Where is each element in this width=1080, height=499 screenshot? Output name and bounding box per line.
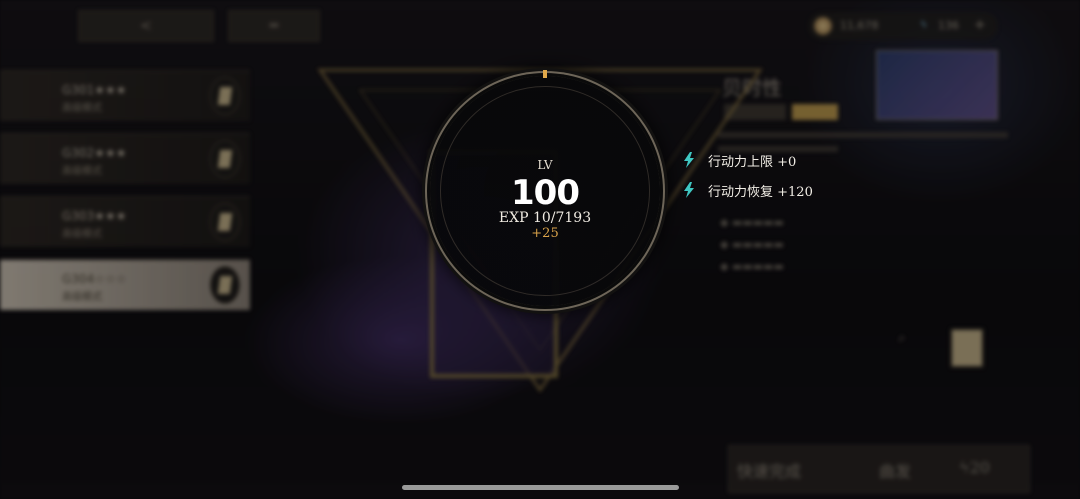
stat-row: 行动力恢复 +120 (682, 180, 813, 200)
energy-bolt-icon (684, 152, 694, 168)
level-value: 100 (511, 173, 580, 213)
level-ring: LV 100 EXP 10/7193 +25 (430, 70, 660, 306)
stat-label: 行动力恢复 +120 (708, 184, 813, 200)
stat-row: 行动力上限 +0 (682, 150, 796, 170)
energy-bolt-icon (684, 182, 694, 198)
stat-label: 行动力上限 +0 (708, 154, 797, 170)
exp-gain: +25 (531, 226, 559, 241)
level-label: LV (537, 158, 553, 172)
home-indicator[interactable] (402, 485, 679, 490)
exp-progress-marker (543, 70, 547, 78)
exp-text: EXP 10/7193 (498, 210, 592, 226)
